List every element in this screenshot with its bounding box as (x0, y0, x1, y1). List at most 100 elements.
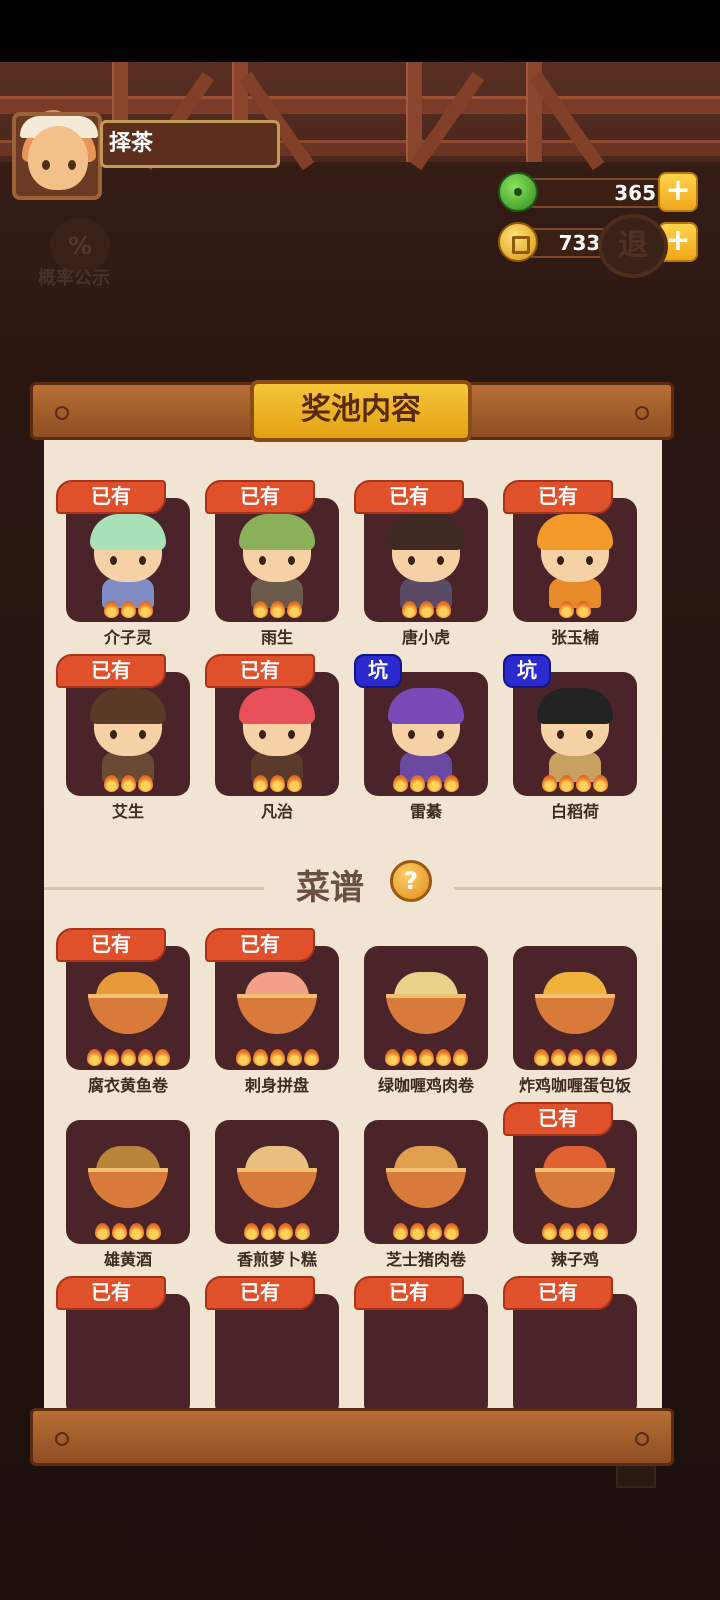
character-hair (90, 688, 166, 724)
recipe-name: 刺身拼盘 (244, 1076, 309, 1095)
character-hair (537, 514, 613, 550)
recipe-card[interactable]: 已有 (354, 1276, 488, 1410)
flame-icon (137, 1049, 153, 1066)
flame-icon (576, 601, 591, 618)
recipe-card[interactable]: 芝士猪肉卷 (364, 1120, 488, 1269)
recipe-card[interactable]: 已有 (503, 1276, 637, 1410)
character-portrait (66, 672, 190, 796)
flame-icon (435, 1049, 451, 1066)
owned-badge: 已有 (354, 1276, 464, 1310)
rarity-flames (215, 1049, 339, 1066)
flame-icon (244, 1223, 259, 1240)
character-card[interactable]: 已有 凡治 (205, 654, 339, 821)
character-portrait (364, 498, 488, 622)
add-jade-button[interactable]: + (658, 172, 698, 212)
character-card[interactable]: 已有唐小虎 (354, 480, 488, 647)
recipe-card[interactable]: 炸鸡咖喱蛋包饭 (513, 946, 637, 1095)
recipe-dish (215, 1120, 339, 1244)
character-name: 艾生 (111, 802, 144, 821)
recipe-dish (66, 1294, 190, 1410)
recipe-card[interactable]: 已有 (56, 1276, 190, 1410)
recipe-dish (364, 1120, 488, 1244)
flame-icon (584, 1049, 600, 1066)
help-icon[interactable]: ? (390, 860, 432, 902)
flame-icon (427, 775, 442, 792)
recipe-card[interactable]: 已有 腐衣黄鱼卷 (56, 928, 190, 1095)
flame-icon (601, 1049, 617, 1066)
prize-pool-panel: 已有 介子灵 已有 雨生 已有 唐小虎 已有 张玉楠 已有 艾生 已有 凡治坑雷綦坑白稻荷 菜谱 ? … (44, 436, 662, 1410)
flame-icon (137, 775, 153, 792)
flame-icon (444, 1223, 459, 1240)
recipe-name: 腐衣黄鱼卷 (87, 1076, 168, 1095)
character-card[interactable]: 已有雨生 (205, 480, 339, 647)
rarity-flames (215, 601, 339, 618)
rarity-flames (513, 1049, 637, 1066)
rarity-flames (513, 1223, 637, 1240)
character-card[interactable]: 已有 介子灵 (56, 480, 190, 647)
flame-icon (393, 775, 408, 792)
owned-badge: 已有 (205, 480, 315, 514)
character-portrait (66, 498, 190, 622)
recipe-card[interactable]: 已有 辣子鸡 (503, 1102, 637, 1269)
character-card[interactable]: 坑雷綦 (354, 654, 488, 821)
flame-icon (137, 601, 153, 618)
character-hair (388, 688, 464, 724)
flame-icon (146, 1223, 161, 1240)
rarity-flames (513, 601, 637, 618)
pit-badge: 坑 (503, 654, 551, 688)
recipe-name: 香煎萝卜糕 (236, 1250, 317, 1269)
character-card[interactable]: 已有 艾生 (56, 654, 190, 821)
flame-icon (576, 1223, 591, 1240)
recipe-card[interactable]: 雄黄酒 (66, 1120, 190, 1269)
jade-icon (498, 172, 538, 212)
recipe-card[interactable]: 已有 (205, 1276, 339, 1410)
character-hair (388, 514, 464, 550)
owned-badge: 已有 (354, 480, 464, 514)
dish-bowl (88, 994, 168, 1034)
recipe-card[interactable]: 香煎萝卜糕 (215, 1120, 339, 1269)
dish-bowl (88, 1168, 168, 1208)
character-card[interactable]: 坑白稻荷 (503, 654, 637, 821)
character-eyes (110, 556, 146, 565)
character-eyes (110, 730, 146, 739)
recipe-dish (364, 1294, 488, 1410)
character-eyes (408, 556, 444, 565)
rarity-flames (513, 775, 637, 792)
recipe-dish (513, 1120, 637, 1244)
flame-icon (252, 601, 268, 618)
owned-badge: 已有 (205, 654, 315, 688)
flame-icon (435, 601, 451, 618)
character-name: 介子灵 (103, 628, 152, 647)
flame-icon (286, 1049, 302, 1066)
flame-icon (120, 601, 136, 618)
character-eyes (259, 730, 295, 739)
flame-icon (542, 1223, 557, 1240)
dish-bowl (237, 1168, 317, 1208)
flame-icon (235, 1049, 251, 1066)
recipe-dish (513, 946, 637, 1070)
flame-icon (295, 1223, 310, 1240)
character-name: 唐小虎 (401, 628, 450, 647)
character-card[interactable]: 已有 张玉楠 (503, 480, 637, 647)
recipe-card[interactable]: 绿咖喱鸡肉卷 (364, 946, 488, 1095)
flame-icon (384, 1049, 400, 1066)
character-name: 雨生 (260, 628, 293, 647)
flame-icon (452, 1049, 468, 1066)
player-avatar[interactable] (12, 112, 102, 200)
recipe-dish (66, 946, 190, 1070)
probability-label[interactable]: 概率公示 (38, 264, 138, 290)
exit-button[interactable]: 退 (598, 214, 668, 278)
recipe-name: 芝士猪肉卷 (385, 1250, 466, 1269)
character-eyes (259, 556, 295, 565)
flame-icon (444, 775, 459, 792)
flame-icon (120, 1049, 136, 1066)
flame-icon (129, 1223, 144, 1240)
flame-icon (418, 601, 434, 618)
owned-badge: 已有 (503, 1102, 613, 1136)
flame-icon (252, 775, 268, 792)
flame-icon (559, 1223, 574, 1240)
dish-bowl (386, 1168, 466, 1208)
flame-icon (410, 775, 425, 792)
owned-badge: 已有 (503, 1276, 613, 1310)
recipe-card[interactable]: 已有 刺身拼盘 (205, 928, 339, 1095)
